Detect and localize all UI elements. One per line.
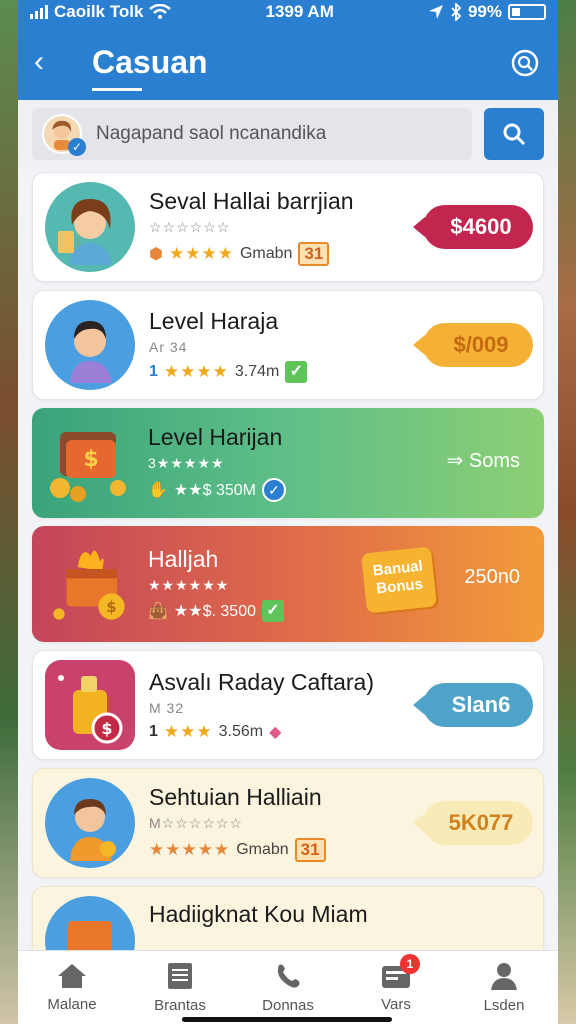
svg-text:$: $ — [83, 447, 98, 472]
level-badge: 31 — [298, 242, 330, 266]
tab-lsden[interactable]: Lsden — [454, 961, 554, 1014]
item-meta: ★★$. 3500 — [173, 603, 256, 620]
list-item[interactable]: $ Asvalı Raday Caftara) M 32 1 ★★★ 3.56m… — [32, 650, 544, 760]
avatar — [45, 778, 135, 868]
item-meta: Gmabn — [236, 841, 289, 858]
bluetooth-icon — [451, 3, 462, 21]
wifi-icon — [149, 4, 172, 19]
list-item[interactable]: Seval Hallai barrjian ☆☆☆☆☆☆ ⬢ ★★★★ Gmab… — [32, 172, 544, 282]
header-search-icon[interactable] — [510, 48, 540, 78]
item-title: Hadiigknat Kou Miam — [149, 901, 368, 927]
bag-icon: 👜 — [148, 603, 168, 620]
phone-screen: Caoilk Tolk 1399 AM 99% ‹ Casuan ✓ Nagap… — [18, 0, 558, 1024]
list-item[interactable]: Level Haraja Ar 34 1 ★★★★ 3.74m ✓ $/009 — [32, 290, 544, 400]
avatar — [45, 300, 135, 390]
tab-label: Vars — [381, 996, 411, 1013]
hand-icon: ✋ — [148, 482, 168, 499]
treasure-icon: $ — [44, 539, 134, 629]
carrier-label: Caoilk Tolk — [54, 2, 144, 21]
bonus-badge[interactable]: Banual Bonus — [361, 546, 437, 614]
item-price[interactable]: ⇒ Soms — [447, 448, 520, 473]
list-item[interactable]: $ Level Harijan 3★★★★★ ✋ ★★$ 350M ✓ ⇒ So… — [32, 408, 544, 518]
item-price[interactable]: 250n0 — [464, 566, 520, 589]
potion-icon: $ — [45, 660, 135, 750]
location-icon — [428, 5, 443, 19]
rating-stars: ★★★★ — [168, 244, 234, 263]
item-meta: 3.56m — [218, 722, 264, 740]
tab-label: Donnas — [262, 997, 314, 1014]
item-meta: ★★$ 350M — [173, 482, 256, 499]
item-title: Level Harijan — [148, 424, 283, 450]
search-button[interactable] — [484, 108, 544, 160]
document-icon — [168, 963, 192, 989]
status-bar: Caoilk Tolk 1399 AM 99% — [18, 0, 558, 24]
svg-text:$: $ — [106, 598, 116, 616]
search-icon — [503, 123, 526, 146]
clock: 1399 AM — [265, 2, 334, 21]
background-left — [0, 0, 20, 1024]
subtitle-label: M — [149, 815, 162, 831]
price-button[interactable]: $4600 — [413, 205, 533, 249]
price-label: Soms — [468, 450, 520, 472]
search-row: ✓ — [18, 100, 558, 168]
bottom-tab-bar: Malane Brantas Donnas 1 Vars Lsden — [18, 950, 558, 1024]
app-header: ‹ Casuan — [18, 24, 558, 100]
tab-label: Brantas — [154, 997, 206, 1014]
rating-stars: ★★★ — [163, 721, 213, 741]
shield-icon: ⬢ — [149, 246, 163, 263]
tab-label: Lsden — [483, 997, 525, 1014]
home-icon — [58, 964, 86, 988]
notification-badge: 1 — [400, 954, 420, 974]
svg-text:$: $ — [101, 719, 112, 738]
check-icon: ✓ — [262, 600, 284, 622]
tab-label: Malane — [47, 996, 97, 1013]
game-list: Seval Hallai barrjian ☆☆☆☆☆☆ ⬢ ★★★★ Gmab… — [18, 168, 558, 996]
phone-icon — [277, 964, 300, 988]
tab-vars[interactable]: 1 Vars — [346, 954, 446, 1013]
verified-icon: ✓ — [261, 478, 286, 502]
search-box[interactable]: ✓ — [32, 108, 472, 160]
item-meta: Gmabn — [239, 245, 293, 262]
rank-number: 1 — [149, 722, 158, 740]
signal-icon — [30, 5, 48, 19]
check-icon: ✓ — [285, 360, 308, 383]
price-button[interactable]: 5K077 — [413, 801, 533, 845]
user-icon — [491, 963, 517, 990]
verified-icon: ✓ — [68, 138, 86, 156]
back-button[interactable]: ‹ — [34, 45, 70, 79]
item-meta: 3.74m — [234, 362, 280, 380]
tab-donnas[interactable]: Donnas — [238, 961, 338, 1014]
list-item[interactable]: Sehtuian Halliain M☆☆☆☆☆☆ ★★★★★ Gmabn 31… — [32, 768, 544, 878]
wallet-icon: $ — [44, 418, 134, 508]
home-indicator — [182, 1017, 392, 1022]
rating-stars: ★★★★ — [163, 361, 229, 381]
price-button[interactable]: $/009 — [413, 323, 533, 367]
avatar[interactable]: ✓ — [42, 114, 86, 156]
price-button[interactable]: Slan6 — [413, 683, 533, 727]
page-title: Casuan — [92, 43, 208, 91]
arrow-icon: ⇒ — [446, 450, 464, 472]
flame-icon: ◆ — [269, 723, 282, 741]
battery-percent: 99% — [467, 2, 502, 21]
level-badge: 31 — [294, 838, 326, 862]
rank-number: 1 — [149, 362, 158, 380]
tab-home[interactable]: Malane — [22, 962, 122, 1013]
rating-stars: ★★★★★ — [149, 840, 231, 859]
background-right — [556, 0, 576, 1024]
list-item[interactable]: $ Halljah ★★★★★★ 👜 ★★$. 3500 ✓ Banual Bo… — [32, 526, 544, 642]
avatar — [45, 182, 135, 272]
tab-brantas[interactable]: Brantas — [130, 961, 230, 1014]
search-input[interactable] — [96, 123, 462, 145]
battery-icon — [507, 4, 546, 20]
